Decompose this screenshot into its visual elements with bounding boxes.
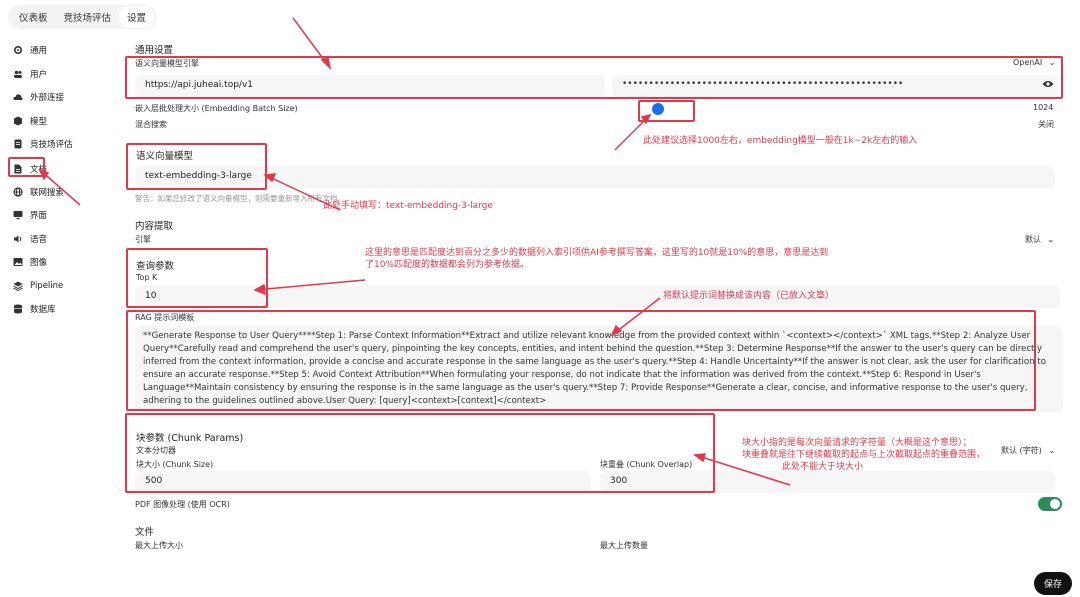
annotation-note-chunk-line1: 块大小指的是每次向量请求的字符量（大概是这个意思）； <box>742 438 972 448</box>
annotation-arrows <box>38 17 791 486</box>
annotation-note-chunk-line2: 块重叠就是往下继续截取的起点与上次截取起点的重叠范围， <box>742 450 986 461</box>
annotation-note-chunk-line3: 此处不能大于块大小 <box>782 462 864 473</box>
annotation-note-chunk: 块大小指的是每次向量请求的字符量（大概是这个意思）； 块重叠就是往下继续截取的起… <box>742 437 985 473</box>
annotation-note-topk: 这里的意思是匹配度达到百分之多少的数据列入索引项供AI参考撰写答案，这里写的10… <box>365 247 905 271</box>
annotation-note-batch: 此处建议选择1000左右，embedding模型一般在1k~2k左右的输入 <box>643 136 918 146</box>
annotation-note-rag: 将默认提示词替换成该内容（已放入文章） <box>663 291 835 301</box>
annotation-note-model: 此处手动填写：text-embedding-3-large <box>323 201 493 211</box>
annotation-note-topk-line1: 这里的意思是匹配度达到百分之多少的数据列入索引项供AI参考撰写答案，这里写的10… <box>365 248 829 258</box>
annotation-note-topk-line2: 了10%匹配度的数据都会列为参考依据。 <box>365 260 530 271</box>
